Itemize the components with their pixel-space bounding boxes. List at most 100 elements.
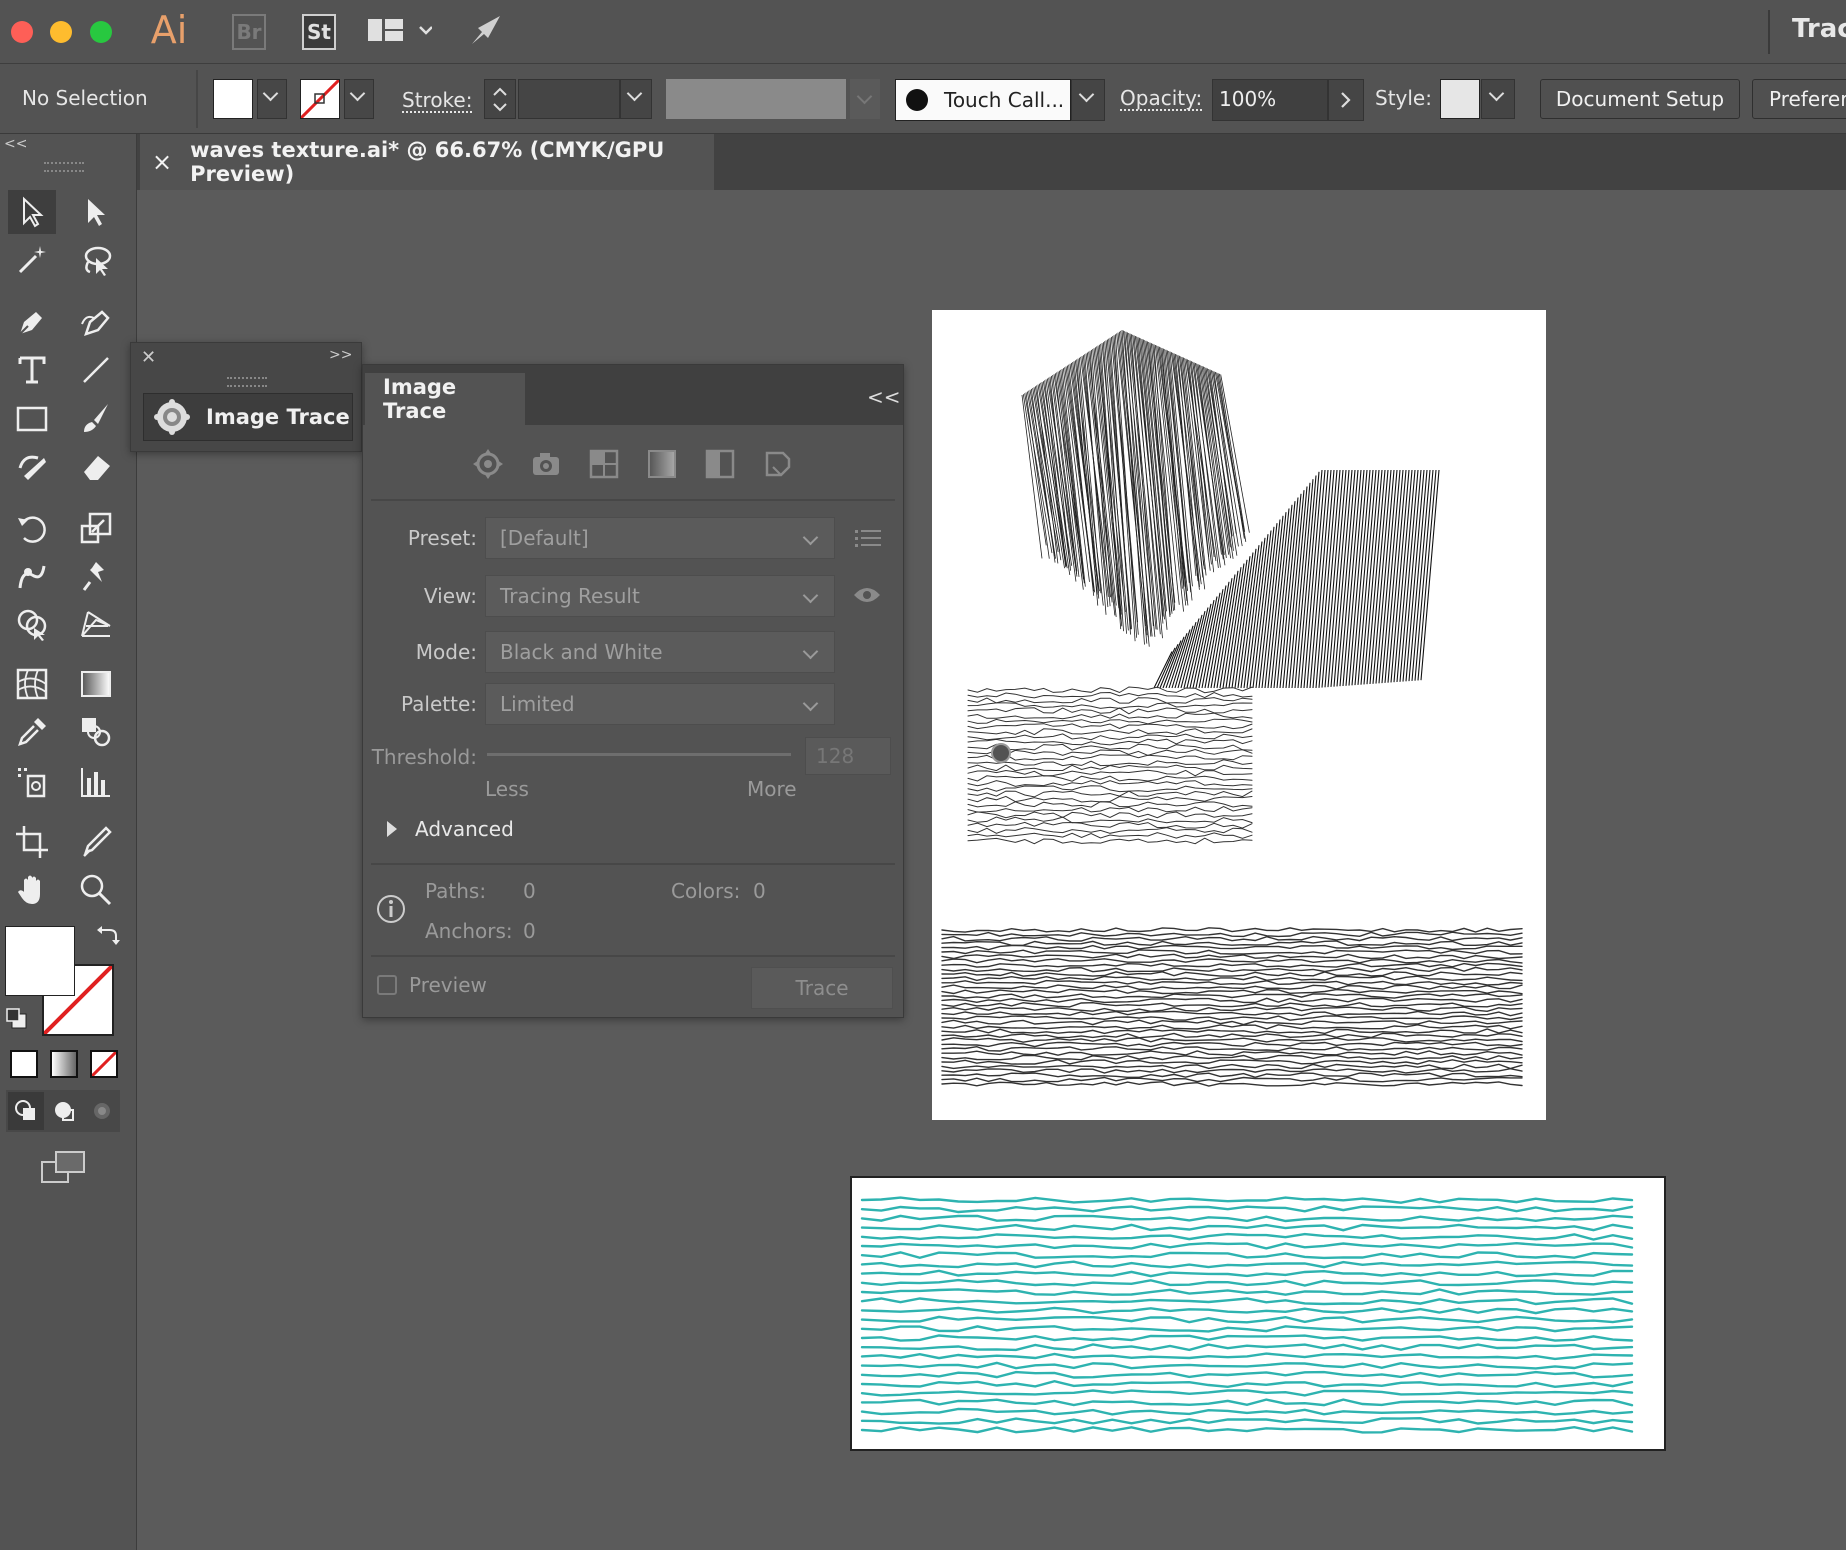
threshold-slider-thumb[interactable] bbox=[991, 743, 1011, 763]
threshold-slider-track[interactable] bbox=[487, 753, 791, 756]
stroke-weight-dropdown[interactable] bbox=[620, 79, 652, 119]
image-trace-panel: Image Trace << Preset: [Default] View: T… bbox=[362, 364, 1011, 1018]
symbol-sprayer-tool-icon[interactable] bbox=[8, 760, 56, 804]
pen-tool-icon[interactable] bbox=[8, 300, 56, 344]
eraser-tool-icon[interactable] bbox=[72, 444, 120, 488]
default-fill-stroke-icon[interactable] bbox=[6, 1008, 28, 1034]
image-trace-panel-button[interactable]: Image Trace bbox=[143, 393, 353, 441]
artboard-scan[interactable] bbox=[932, 310, 1546, 1120]
change-screen-mode-icon[interactable] bbox=[40, 1150, 88, 1188]
graphic-style-dropdown[interactable] bbox=[1481, 79, 1515, 119]
gradient-tool-icon[interactable] bbox=[72, 662, 120, 706]
draw-inside-icon[interactable] bbox=[84, 1092, 120, 1130]
close-panel-icon[interactable]: ✕ bbox=[141, 347, 156, 368]
stroke-swatch[interactable] bbox=[300, 79, 340, 119]
stroke-dropdown[interactable] bbox=[344, 79, 374, 119]
toolbar-grip[interactable] bbox=[44, 162, 84, 172]
swap-fill-stroke-icon[interactable] bbox=[96, 922, 120, 950]
view-label: View: bbox=[423, 584, 477, 608]
tab-document[interactable]: × waves texture.ai* @ 66.67% (CMYK/GPU P… bbox=[140, 134, 714, 190]
scale-tool-icon[interactable] bbox=[72, 506, 120, 550]
auto-color-icon[interactable] bbox=[471, 447, 505, 481]
stock-icon[interactable]: St bbox=[302, 14, 336, 50]
workspace-switcher[interactable]: Trac bbox=[1792, 14, 1846, 44]
mesh-tool-icon[interactable] bbox=[8, 662, 56, 706]
mode-dropdown[interactable]: Black and White bbox=[485, 631, 835, 673]
direct-selection-tool-icon[interactable] bbox=[72, 190, 120, 234]
fill-dropdown[interactable] bbox=[257, 79, 287, 119]
advanced-disclosure-icon[interactable] bbox=[385, 819, 399, 843]
document-setup-button[interactable]: Document Setup bbox=[1540, 79, 1740, 119]
graphic-style-swatch[interactable] bbox=[1440, 79, 1480, 119]
perspective-grid-tool-icon[interactable] bbox=[72, 602, 120, 646]
zoom-tool-icon[interactable] bbox=[72, 868, 120, 912]
draw-normal-icon[interactable] bbox=[8, 1092, 44, 1130]
color-mode-button[interactable] bbox=[10, 1050, 38, 1078]
view-dropdown[interactable]: Tracing Result bbox=[485, 575, 835, 617]
brush-dropdown[interactable] bbox=[1071, 79, 1105, 121]
stroke-weight-stepper[interactable] bbox=[484, 79, 516, 119]
preview-checkbox[interactable] bbox=[377, 975, 397, 995]
threshold-value-input[interactable]: 128 bbox=[805, 737, 891, 775]
grayscale-icon[interactable] bbox=[645, 447, 679, 481]
traced-waves-artwork[interactable] bbox=[850, 1176, 1666, 1451]
close-tab-icon[interactable]: × bbox=[152, 148, 172, 176]
bridge-icon[interactable]: Br bbox=[232, 14, 266, 50]
magic-wand-tool-icon[interactable] bbox=[8, 238, 56, 282]
fill-swatch[interactable] bbox=[213, 79, 253, 119]
gradient-mode-button[interactable] bbox=[50, 1050, 78, 1078]
view-original-eye-icon[interactable] bbox=[853, 585, 881, 609]
opacity-input[interactable]: 100% bbox=[1212, 79, 1328, 121]
panel-tab-image-trace[interactable]: Image Trace bbox=[365, 373, 525, 425]
paths-value: 0 bbox=[523, 879, 536, 903]
shaper-tool-icon[interactable] bbox=[8, 444, 56, 488]
preset-dropdown[interactable]: [Default] bbox=[485, 517, 835, 559]
gpu-performance-rocket-icon[interactable] bbox=[466, 10, 506, 54]
slice-tool-icon[interactable] bbox=[72, 820, 120, 864]
low-color-icon[interactable] bbox=[587, 447, 621, 481]
blend-tool-icon[interactable] bbox=[72, 710, 120, 754]
none-mode-button[interactable] bbox=[90, 1050, 118, 1078]
collapse-toolbar-icon[interactable]: << bbox=[4, 136, 27, 152]
hand-tool-icon[interactable] bbox=[8, 868, 56, 912]
paintbrush-tool-icon[interactable] bbox=[72, 396, 120, 440]
shape-builder-tool-icon[interactable] bbox=[8, 602, 56, 646]
manage-presets-icon[interactable] bbox=[855, 527, 881, 553]
variable-width-profile[interactable] bbox=[666, 79, 846, 119]
arrange-documents-icon[interactable] bbox=[368, 17, 433, 49]
outline-icon[interactable] bbox=[761, 447, 795, 481]
draw-behind-icon[interactable] bbox=[46, 1092, 82, 1130]
line-segment-tool-icon[interactable] bbox=[72, 348, 120, 392]
black-and-white-icon[interactable] bbox=[703, 447, 737, 481]
warp-tool-icon[interactable] bbox=[8, 554, 56, 598]
eyedropper-tool-icon[interactable] bbox=[8, 710, 56, 754]
trace-button[interactable]: Trace bbox=[751, 967, 893, 1009]
stroke-weight-input[interactable] bbox=[518, 79, 620, 119]
column-graph-tool-icon[interactable] bbox=[72, 760, 120, 804]
high-color-icon[interactable] bbox=[529, 447, 563, 481]
minimize-window-button[interactable] bbox=[50, 21, 72, 43]
preferences-button[interactable]: Preferer bbox=[1752, 79, 1846, 119]
artboard-tool-icon[interactable] bbox=[8, 820, 56, 864]
fill-color-box[interactable] bbox=[5, 926, 75, 996]
divider bbox=[371, 499, 895, 501]
expand-panel-icon[interactable]: >> bbox=[329, 347, 352, 363]
zoom-window-button[interactable] bbox=[90, 21, 112, 43]
lasso-tool-icon[interactable] bbox=[72, 238, 120, 282]
puppet-warp-tool-icon[interactable] bbox=[72, 554, 120, 598]
selection-tool-icon[interactable] bbox=[8, 190, 56, 234]
rectangle-tool-icon[interactable] bbox=[8, 396, 56, 440]
rotate-tool-icon[interactable] bbox=[8, 506, 56, 550]
curvature-tool-icon[interactable] bbox=[72, 300, 120, 344]
palette-dropdown[interactable]: Limited bbox=[485, 683, 835, 725]
close-window-button[interactable] bbox=[11, 21, 33, 43]
brush-definition[interactable]: Touch Call... bbox=[895, 79, 1071, 121]
collapse-panel-icon[interactable]: << bbox=[867, 385, 901, 409]
opacity-popup-button[interactable] bbox=[1328, 79, 1364, 121]
opacity-label[interactable]: Opacity: bbox=[1120, 86, 1202, 110]
type-tool-icon[interactable] bbox=[8, 348, 56, 392]
stroke-label[interactable]: Stroke: bbox=[402, 88, 472, 112]
advanced-toggle[interactable]: Advanced bbox=[415, 817, 514, 841]
panel-grip[interactable] bbox=[227, 377, 267, 387]
variable-width-dropdown[interactable] bbox=[850, 79, 880, 119]
